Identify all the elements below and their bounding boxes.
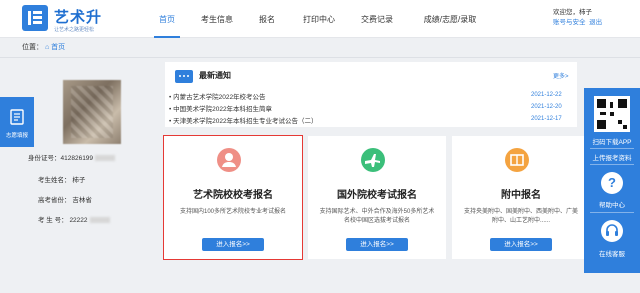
art-school-registration-card: 艺术院校校考报名 支持国内100多所艺术院校专业考试报名 进入报名>>: [163, 135, 303, 260]
user-area: 欢迎您，柿子 账号与安全 退出: [553, 8, 602, 28]
news-item[interactable]: • 中国美术学院2022年本科招生简章: [169, 103, 272, 113]
top-header: 艺术升 让艺术之路更轻松 首页 考生信息 报名 打印中心 交费记录 成绩/志愿/…: [0, 0, 640, 38]
news-panel: 最新通知 更多> • 内蒙古艺术学院2022年校考公告 2021-12-22 •…: [165, 62, 577, 127]
news-date: 2021-12-22: [531, 92, 562, 98]
account-security-link[interactable]: 账号与安全: [553, 19, 586, 26]
id-row: 身份证号：412826199: [28, 154, 116, 164]
airplane-icon: [361, 148, 385, 172]
card-desc: 支持央美附中、国美附中、西美附中、广美附中、山工艺附中......: [463, 209, 578, 224]
news-icon: [175, 70, 193, 83]
nav-payment-records[interactable]: 交费记录: [357, 0, 397, 38]
card-desc: 支持国内100多所艺术院校专业考试报名: [179, 209, 286, 215]
redacted: [95, 155, 116, 162]
upload-materials-link[interactable]: 上传报考资料: [584, 152, 640, 162]
breadcrumb-home[interactable]: 首页: [51, 44, 65, 51]
news-date: 2021-12-17: [531, 116, 562, 122]
enter-registration-button[interactable]: 进入报名>>: [490, 238, 552, 251]
card-desc: 支持国际艺术、中外合作及海外50多所艺术名校中国区选拔考试报名: [319, 209, 435, 224]
help-icon[interactable]: ?: [601, 172, 623, 194]
logout-link[interactable]: 退出: [589, 19, 602, 26]
person-icon: [217, 148, 241, 172]
right-sidebar: 扫码下载APP 上传报考资料 ? 帮助中心 在线客服: [584, 88, 640, 273]
affiliated-school-registration-card: 附中报名 支持央美附中、国美附中、西美附中、广美附中、山工艺附中...... 进…: [452, 136, 590, 259]
online-service-link[interactable]: 在线客服: [584, 248, 640, 258]
document-icon: [10, 109, 24, 125]
help-center-link[interactable]: 帮助中心: [584, 199, 640, 209]
logo-icon: [22, 5, 48, 31]
news-item[interactable]: • 天津美术学院2022年本科招生专业考试公告（二）: [169, 115, 318, 125]
logo-slogan: 让艺术之路更轻松: [54, 27, 95, 33]
volunteer-fill-label: 志愿填报: [5, 133, 28, 139]
avatar: [63, 80, 121, 144]
id-value: 412826199: [60, 155, 94, 162]
name-value: 柿子: [72, 177, 86, 184]
enter-registration-button[interactable]: 进入报名>>: [346, 238, 408, 251]
redacted: [89, 217, 110, 224]
download-app-label[interactable]: 扫码下载APP: [584, 136, 640, 146]
name-label: 考生姓名：: [38, 177, 71, 184]
user-name: 柿子: [579, 9, 592, 16]
logo-name: 艺术升: [54, 9, 103, 26]
divider: [0, 57, 640, 58]
card-title: 国外院校考试报名: [337, 190, 417, 201]
news-item[interactable]: • 内蒙古艺术学院2022年校考公告: [169, 91, 266, 101]
province-row: 高考省份： 吉林省: [38, 196, 92, 206]
news-date: 2021-12-20: [531, 104, 562, 110]
nav-registration[interactable]: 报名: [254, 0, 280, 38]
breadcrumb: 位置： ⌂ 首页: [22, 42, 65, 54]
nav-print-center[interactable]: 打印中心: [299, 0, 339, 38]
home-icon: ⌂: [44, 44, 50, 51]
volunteer-fill-tab[interactable]: 志愿填报: [0, 97, 34, 147]
news-more-link[interactable]: 更多>: [553, 71, 569, 80]
divider: [590, 148, 634, 149]
book-icon: [505, 148, 529, 172]
headset-icon[interactable]: [601, 220, 623, 242]
card-title: 附中报名: [501, 190, 541, 201]
divider: [590, 164, 634, 165]
nav-student-info[interactable]: 考生信息: [197, 0, 237, 38]
province-label: 高考省份：: [38, 197, 71, 204]
exam-row: 考 生 号： 22222: [38, 216, 110, 226]
greeting: 欢迎您，: [553, 9, 579, 16]
qr-code-icon[interactable]: [594, 96, 630, 132]
nav-home[interactable]: 首页: [154, 0, 180, 38]
overseas-registration-card: 国外院校考试报名 支持国际艺术、中外合作及海外50多所艺术名校中国区选拔考试报名…: [308, 136, 446, 259]
card-title: 艺术院校校考报名: [193, 190, 273, 201]
exam-label: 考 生 号：: [38, 217, 68, 224]
exam-value: 22222: [69, 217, 88, 224]
news-title: 最新通知: [199, 71, 231, 80]
id-label: 身份证号：: [28, 155, 61, 162]
divider: [590, 212, 634, 213]
enter-registration-button[interactable]: 进入报名>>: [202, 238, 264, 251]
nav-scores-admission[interactable]: 成绩/志愿/录取: [416, 0, 484, 38]
breadcrumb-prefix: 位置：: [22, 44, 43, 51]
name-row: 考生姓名： 柿子: [38, 176, 85, 186]
province-value: 吉林省: [72, 197, 92, 204]
